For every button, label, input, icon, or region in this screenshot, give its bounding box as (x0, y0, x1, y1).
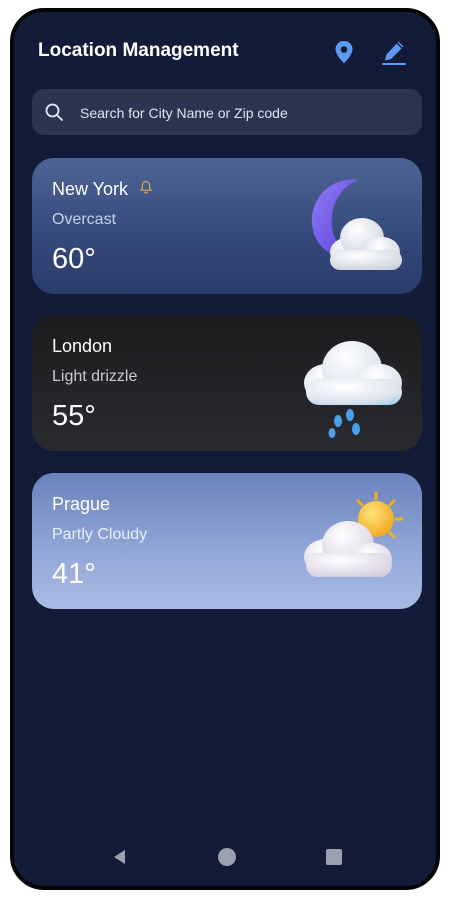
weather-condition: Light drizzle (52, 368, 138, 385)
search-icon (45, 103, 63, 121)
search-bar[interactable] (32, 89, 422, 137)
map-pin-icon (335, 41, 353, 64)
moon-cloud-icon (311, 179, 402, 270)
page-title: Location Management (38, 40, 239, 61)
location-card-new-york[interactable]: New York Overcast 60° (32, 158, 422, 294)
pencil-icon (382, 41, 406, 65)
home-circle-icon[interactable] (216, 846, 238, 868)
weather-condition: Partly Cloudy (52, 526, 148, 543)
recents-square-icon[interactable] (323, 846, 345, 868)
location-card-london[interactable]: London Light drizzle 55° (32, 315, 422, 451)
temperature: 60° (52, 243, 96, 275)
system-nav-bar (14, 842, 436, 872)
location-card-prague[interactable]: Prague Partly Cloudy 41° (32, 473, 422, 609)
temperature: 55° (52, 400, 96, 432)
edit-button[interactable] (380, 38, 408, 66)
location-button[interactable] (330, 38, 358, 66)
city-name: Prague (52, 494, 111, 514)
back-triangle-icon[interactable] (109, 846, 131, 868)
temperature: 41° (52, 558, 96, 590)
bell-icon (139, 180, 153, 194)
rain-cloud-icon (304, 341, 402, 438)
city-name: New York (52, 178, 153, 200)
weather-condition: Overcast (52, 211, 117, 228)
search-input[interactable] (78, 89, 412, 137)
app-header: Location Management (38, 38, 412, 68)
phone-screen: Location Management New York (10, 8, 440, 890)
city-name-text: New York (52, 179, 129, 199)
sun-cloud-icon (304, 491, 404, 577)
city-name: London (52, 336, 113, 356)
